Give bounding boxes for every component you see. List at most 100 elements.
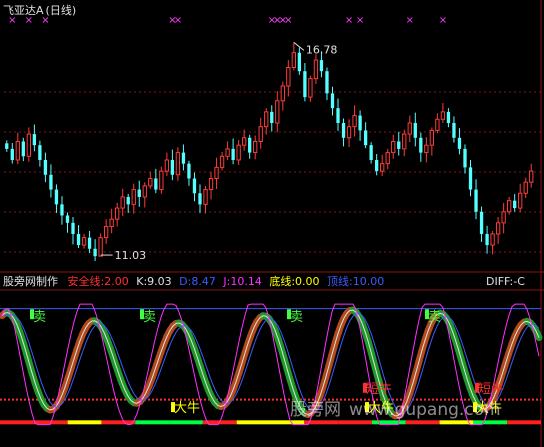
sell-signal-label: 卖 — [290, 310, 303, 325]
candle-up — [429, 129, 435, 146]
candle-up — [258, 126, 263, 142]
sell-signal-label: 卖 — [33, 310, 46, 325]
bottom-line-segment — [371, 420, 406, 425]
candle-up — [501, 211, 506, 224]
candle-down — [375, 159, 379, 172]
candle-down — [330, 93, 335, 109]
legend-value: 10.00 — [352, 275, 385, 288]
candle-down — [32, 134, 37, 146]
candle-down — [187, 163, 191, 179]
signal-marker: × — [406, 15, 414, 26]
low-price-label: 11.03 — [115, 249, 147, 262]
candle-up — [142, 185, 147, 198]
candle-down — [397, 141, 401, 149]
period-label: (日线) — [45, 4, 77, 17]
candle-down — [463, 148, 467, 168]
candle-up — [214, 166, 219, 179]
candle-down — [319, 60, 324, 72]
candle-up — [98, 237, 103, 257]
bottom-line-segment — [270, 420, 305, 425]
signal-marker: × — [345, 15, 353, 26]
candle-down — [485, 233, 489, 246]
chart-title: 飞亚达A (日线) — [3, 4, 76, 17]
candle-up — [352, 115, 357, 128]
candle-down — [341, 122, 346, 138]
candle-up — [175, 152, 181, 176]
short-bull-signal-label: 短牛 — [366, 382, 392, 397]
candle-up — [81, 237, 87, 246]
candle-down — [87, 237, 92, 249]
candle-down — [54, 189, 59, 205]
sell-signal-label: 卖 — [143, 310, 156, 325]
legend-j: J:10.14 — [223, 275, 262, 288]
candle-down — [336, 108, 340, 123]
candle-down — [198, 193, 202, 205]
short-bull-signal-label: 短牛 — [478, 382, 504, 397]
legend-label: 安全线 — [67, 275, 101, 288]
candle-down — [10, 148, 14, 160]
high-pointer — [293, 41, 305, 51]
candle-up — [407, 122, 412, 135]
high-price-label: 16.78 — [306, 43, 338, 56]
big-bull-signal-label: 大牛 — [174, 401, 200, 416]
candle-down — [43, 159, 48, 175]
candle-up — [242, 137, 247, 146]
candle-up — [380, 163, 385, 172]
candle-up — [264, 111, 269, 128]
legend-value: 2.00 — [104, 275, 129, 288]
candle-down — [468, 167, 473, 190]
candle-down — [60, 204, 64, 216]
candle-up — [109, 218, 114, 228]
candle-down — [192, 178, 197, 194]
bottom-line-segment — [101, 420, 136, 425]
candle-down — [297, 52, 302, 72]
indicator-legend: 股旁网制作 安全线:2.00 K:9.03 D:8.47 J:10.14 底线:… — [3, 275, 384, 288]
bottom-line-segment — [338, 420, 372, 425]
candle-up — [120, 196, 125, 209]
legend-label: J — [223, 275, 227, 288]
price-panel[interactable]: 16.7811.03× × × ×× ×××× × × × ×卖卖卖卖大牛 大牛 大牛短牛 短牛 — [0, 0, 544, 447]
bottom-line-segment — [135, 420, 170, 425]
candle-up — [523, 181, 528, 194]
candle-up — [280, 85, 285, 102]
candle-up — [308, 78, 313, 98]
legend-value: 0.00 — [295, 275, 320, 288]
candle-down — [231, 148, 235, 160]
indicator-name: 股旁网制作 — [3, 275, 58, 288]
candle-up — [391, 140, 396, 154]
signal-marker: × — [439, 15, 447, 26]
candle-down — [21, 141, 25, 157]
bottom-line-segment — [507, 420, 541, 425]
candle-up — [490, 233, 495, 246]
candle-up — [253, 140, 258, 154]
candle-up — [435, 118, 440, 131]
candle-up — [26, 133, 31, 157]
candle-down — [65, 215, 70, 223]
legend-value: 9.03 — [147, 275, 172, 288]
candle-down — [369, 145, 373, 160]
candle-up — [15, 140, 20, 161]
candle-down — [419, 137, 423, 153]
candle-down — [137, 189, 141, 197]
watermark: 股旁网 www.gupang.com — [290, 400, 501, 420]
candle-down — [358, 115, 362, 131]
candle-up — [440, 111, 446, 120]
candle-down — [363, 130, 368, 146]
candle-down — [126, 196, 130, 205]
candle-up — [236, 144, 241, 161]
legend-safety-line: 安全线:2.00 — [67, 275, 129, 288]
candle-up — [402, 133, 407, 150]
candle-up — [507, 200, 512, 213]
bottom-line-segment — [473, 420, 508, 425]
candle-down — [71, 222, 75, 234]
candle-down — [181, 152, 186, 164]
candle-down — [457, 137, 462, 149]
candle-down — [303, 71, 307, 98]
candle-down — [49, 174, 53, 190]
sell-signal-label: 卖 — [428, 310, 441, 325]
candle-down — [479, 211, 484, 234]
candle-up — [203, 189, 208, 205]
candle-up — [529, 170, 534, 183]
candle-up — [219, 155, 225, 168]
bottom-line-segment — [169, 420, 203, 425]
